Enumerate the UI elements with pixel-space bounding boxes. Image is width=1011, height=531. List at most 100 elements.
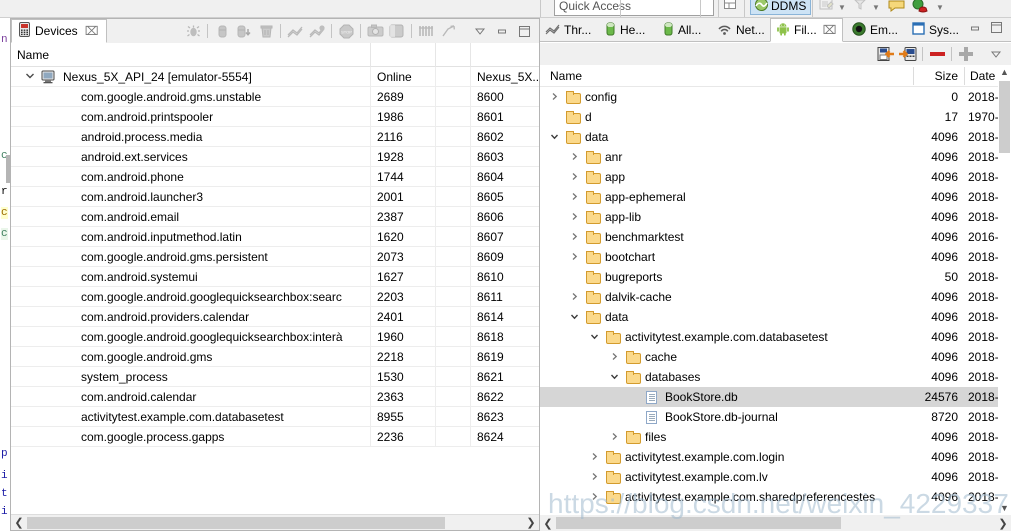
expand-twisty-icon[interactable] (590, 467, 599, 487)
tree-row[interactable]: benchmarktest 4096 2016-0 (540, 227, 998, 247)
process-row[interactable]: activitytest.example.com.databasetest 895… (11, 407, 539, 427)
tree-row-selected[interactable]: BookStore.db 24576 2018-1 (540, 387, 998, 407)
process-row[interactable]: com.google.android.gms 2218 8619 (11, 347, 539, 367)
tree-row[interactable]: BookStore.db-journal 8720 2018-1 (540, 407, 998, 427)
comment-icon[interactable] (888, 0, 906, 16)
tree-row[interactable]: config 0 2018-1 (540, 87, 998, 107)
close-icon[interactable]: ⌧ (85, 24, 99, 38)
expand-twisty-icon[interactable] (550, 87, 559, 107)
screen-capture-icon[interactable] (364, 21, 386, 41)
dump-hprof-icon[interactable] (233, 21, 255, 41)
process-row[interactable]: system_process 1530 8621 (11, 367, 539, 387)
tree-row[interactable]: data 4096 2018-1 (540, 307, 998, 327)
file-explorer-horizontal-scrollbar[interactable]: ❮ ❯ (540, 515, 1011, 531)
scroll-down-icon[interactable]: ▼ (998, 501, 1011, 515)
process-row[interactable]: com.android.inputmethod.latin 1620 8607 (11, 227, 539, 247)
file-explorer-tree[interactable]: config 0 2018-1 d 17 1970-0 data 4096 2018-1 anr 4… (540, 87, 998, 515)
column-header-name[interactable]: Name (11, 43, 371, 67)
process-row[interactable]: com.android.printspooler 1986 8601 (11, 107, 539, 127)
perspective-tab-ddms[interactable]: DDMS (750, 0, 812, 15)
chevron-down-icon[interactable]: ▼ (872, 3, 880, 12)
tree-row[interactable]: dalvik-cache 4096 2018-0 (540, 287, 998, 307)
tab-heap[interactable]: He... (600, 18, 650, 42)
tree-row[interactable]: activitytest.example.com.sharedpreferenc… (540, 487, 998, 507)
collapse-twisty-icon[interactable] (590, 327, 599, 347)
column-header-size[interactable]: Size (918, 65, 958, 87)
view-menu-icon[interactable] (985, 44, 1007, 64)
process-row[interactable]: com.google.android.gms.unstable 2689 8600 (11, 87, 539, 107)
debug-process-icon[interactable] (182, 21, 204, 41)
scroll-right-icon[interactable]: ❯ (995, 515, 1011, 531)
scroll-up-icon[interactable]: ▲ (998, 65, 1011, 79)
tree-row[interactable]: data 4096 2018-1 (540, 127, 998, 147)
tree-row[interactable]: activitytest.example.com.databasetest 409… (540, 327, 998, 347)
close-icon[interactable]: ⌧ (823, 23, 837, 37)
tree-row[interactable]: activitytest.example.com.login 4096 2018-1 (540, 447, 998, 467)
tree-row[interactable]: app-lib 4096 2018-0 (540, 207, 998, 227)
tab-emulator-control[interactable]: Em... (847, 18, 903, 42)
tree-row[interactable]: app-ephemeral 4096 2018-0 (540, 187, 998, 207)
expand-twisty-icon[interactable] (570, 227, 579, 247)
filter-icon[interactable] (852, 0, 868, 14)
process-row[interactable]: com.google.android.googlequicksearchbox:… (11, 327, 539, 347)
column-header-online[interactable] (371, 43, 436, 67)
minimize-view-icon[interactable] (969, 22, 981, 37)
device-row[interactable]: Nexus_5X_API_24 [emulator-5554] Online N… (11, 67, 539, 87)
scroll-right-icon[interactable]: ❯ (523, 515, 539, 531)
scroll-left-icon[interactable]: ❮ (540, 515, 556, 531)
expand-twisty-icon[interactable] (610, 427, 619, 447)
tab-devices[interactable]: Devices ⌧ (11, 19, 107, 43)
stop-process-icon[interactable]: STOP (335, 21, 357, 41)
column-header-device[interactable] (471, 43, 539, 67)
tree-row[interactable]: d 17 1970-0 (540, 107, 998, 127)
tree-row[interactable]: files 4096 2018-1 (540, 427, 998, 447)
process-row[interactable]: com.google.android.gms.persistent 2073 860… (11, 247, 539, 267)
delete-file-icon[interactable] (926, 44, 948, 64)
telephone-icon[interactable] (912, 0, 930, 17)
chevron-down-icon[interactable]: ▼ (838, 3, 846, 12)
view-menu-icon[interactable] (469, 21, 491, 41)
expand-twisty-icon[interactable] (610, 347, 619, 367)
column-header-blank[interactable] (436, 43, 471, 67)
tree-row[interactable]: activitytest.example.com.lv 4096 2018-1 (540, 467, 998, 487)
collapse-twisty-icon[interactable] (570, 307, 579, 327)
tree-row[interactable]: app 4096 2018-1 (540, 167, 998, 187)
pull-file-from-device-icon[interactable] (875, 44, 897, 64)
push-file-onto-device-icon[interactable] (897, 44, 919, 64)
tree-row[interactable]: bootchart 4096 2018-0 (540, 247, 998, 267)
dump-view-hierarchy-icon[interactable] (386, 21, 408, 41)
devices-grid[interactable]: Nexus_5X_API_24 [emulator-5554] Online N… (11, 67, 539, 514)
process-row[interactable]: com.android.calendar 2363 8622 (11, 387, 539, 407)
maximize-view-icon[interactable] (990, 21, 1003, 37)
update-threads-icon[interactable] (284, 21, 306, 41)
minimize-view-icon[interactable] (491, 21, 513, 41)
cause-gc-icon[interactable] (255, 21, 277, 41)
expand-twisty-icon[interactable] (570, 247, 579, 267)
update-heap-icon[interactable] (211, 21, 233, 41)
tab-system-information[interactable]: Sys... (907, 18, 964, 42)
process-row[interactable]: com.android.phone 1744 8604 (11, 167, 539, 187)
process-row[interactable]: android.process.media 2116 8602 (11, 127, 539, 147)
process-row[interactable]: com.android.launcher3 2001 8605 (11, 187, 539, 207)
collapse-twisty-icon[interactable] (610, 367, 619, 387)
tree-row[interactable]: cache 4096 2018-1 (540, 347, 998, 367)
process-row[interactable]: com.android.email 2387 8606 (11, 207, 539, 227)
tree-row[interactable]: bugreports 50 2018-1 (540, 267, 998, 287)
tab-allocation-tracker[interactable]: All... (658, 18, 706, 42)
edit-icon[interactable] (818, 0, 834, 14)
capture-system-wide-trace-icon[interactable] (415, 21, 437, 41)
devices-horizontal-scrollbar[interactable]: ❮ ❯ (11, 514, 539, 530)
reset-adb-icon[interactable] (437, 21, 459, 41)
expand-twisty-icon[interactable] (570, 187, 579, 207)
expand-twisty-icon[interactable] (25, 71, 37, 83)
tab-file-explorer[interactable]: Fil... ⌧ (770, 18, 843, 42)
file-explorer-vertical-scrollbar[interactable]: ▲ ▼ (998, 65, 1011, 515)
tree-row[interactable]: anr 4096 2018-1 (540, 147, 998, 167)
expand-twisty-icon[interactable] (570, 147, 579, 167)
scroll-thumb[interactable] (999, 81, 1010, 153)
open-perspective-button[interactable] (722, 0, 738, 15)
column-header-date[interactable]: Date (970, 65, 995, 87)
new-folder-icon[interactable] (955, 44, 977, 64)
expand-twisty-icon[interactable] (590, 487, 599, 507)
maximize-view-icon[interactable] (513, 21, 535, 41)
